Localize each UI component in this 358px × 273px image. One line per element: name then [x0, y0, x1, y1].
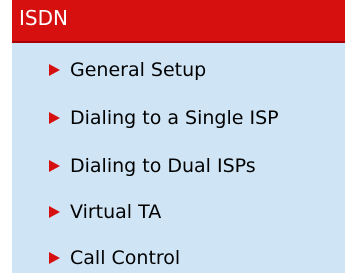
menu-item-label: Dialing to Dual ISPs	[70, 155, 256, 177]
menu-item-dialing-single-isp[interactable]: Dialing to a Single ISP	[49, 103, 279, 133]
red-triangle-arrow-icon	[49, 252, 60, 264]
menu-header: ISDN	[12, 0, 345, 43]
menu-item-label: Virtual TA	[70, 201, 162, 223]
red-triangle-arrow-icon	[49, 206, 60, 218]
menu-item-call-control[interactable]: Call Control	[49, 243, 180, 273]
isdn-menu-panel: ISDN General Setup Dialing to a Single I…	[0, 0, 358, 273]
red-triangle-arrow-icon	[49, 64, 60, 76]
menu-item-virtual-ta[interactable]: Virtual TA	[49, 197, 161, 227]
menu-item-label: General Setup	[70, 59, 207, 81]
red-triangle-arrow-icon	[49, 160, 60, 172]
menu-item-general-setup[interactable]: General Setup	[49, 55, 206, 85]
menu-item-label: Dialing to a Single ISP	[70, 107, 279, 129]
red-triangle-arrow-icon	[49, 112, 60, 124]
menu-item-label: Call Control	[70, 247, 181, 269]
menu-title: ISDN	[19, 6, 68, 30]
menu-item-dialing-dual-isps[interactable]: Dialing to Dual ISPs	[49, 151, 256, 181]
